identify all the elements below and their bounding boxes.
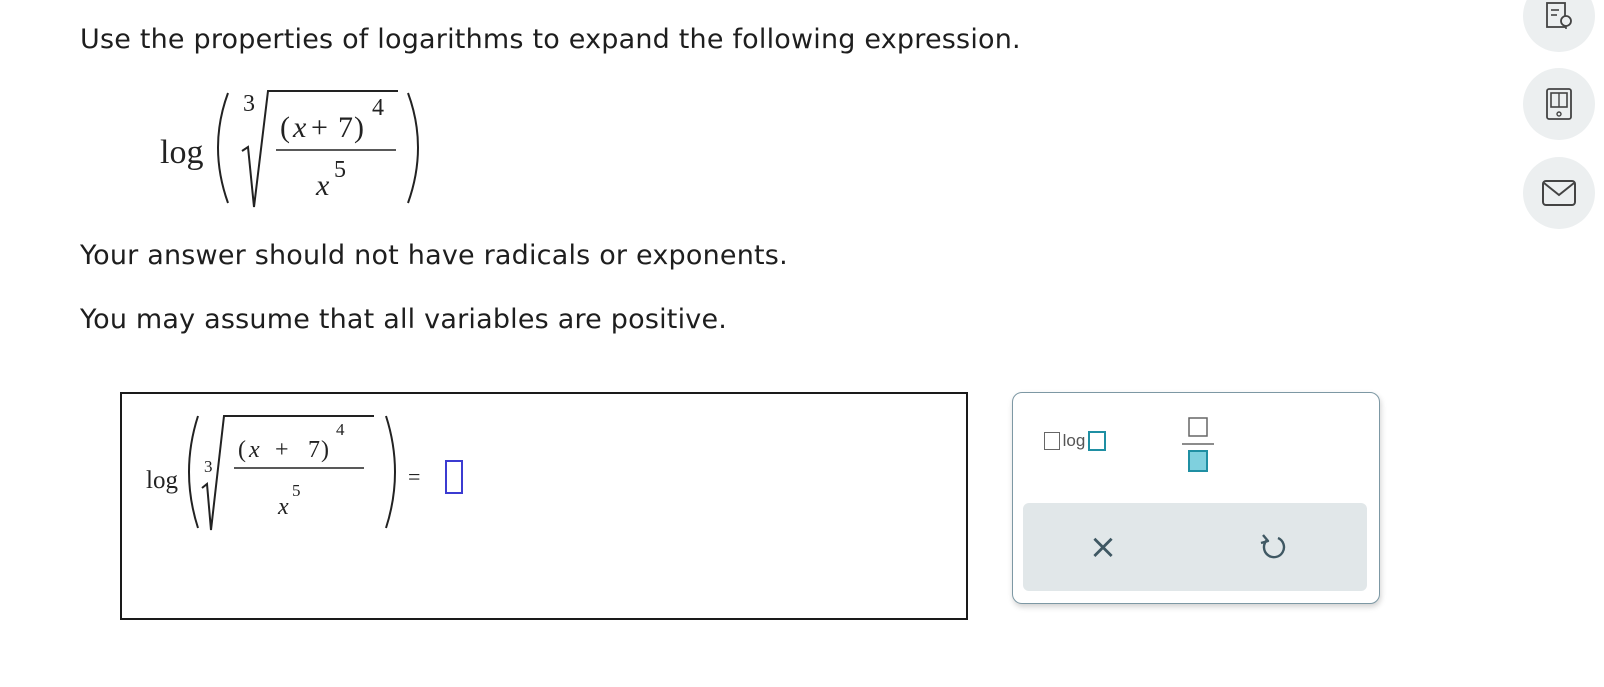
num-var: x bbox=[292, 111, 307, 144]
root-index: 3 bbox=[243, 91, 255, 117]
answer-den-exp: 5 bbox=[292, 481, 301, 500]
answer-den-var: x bbox=[277, 494, 289, 520]
fraction-button[interactable] bbox=[1173, 415, 1223, 475]
keypad-action-row: × bbox=[1023, 503, 1367, 591]
answer-equals: = bbox=[408, 464, 420, 489]
radicals-note: Your answer should not have radicals or … bbox=[80, 240, 788, 271]
undo-icon bbox=[1260, 534, 1286, 559]
answer-num-exp: 4 bbox=[336, 420, 345, 439]
log-argument-placeholder-icon bbox=[1088, 431, 1107, 451]
log-text: log bbox=[160, 134, 203, 171]
answer-root-index: 3 bbox=[204, 457, 213, 476]
num-open-paren: ( bbox=[280, 111, 290, 144]
clear-button[interactable]: × bbox=[1073, 517, 1133, 577]
answer-left-paren bbox=[188, 415, 199, 529]
log-base-placeholder-icon bbox=[1043, 432, 1060, 450]
instruction-text: Use the properties of logarithms to expa… bbox=[80, 24, 1021, 55]
message-icon bbox=[1542, 180, 1576, 206]
textbook-icon bbox=[1546, 88, 1572, 120]
positive-note: You may assume that all variables are po… bbox=[80, 304, 728, 335]
answer-input[interactable] bbox=[445, 460, 463, 494]
num-exp: 4 bbox=[372, 95, 384, 121]
message-button[interactable] bbox=[1523, 157, 1595, 229]
answer-num-const: 7 bbox=[308, 437, 320, 463]
hint-icon bbox=[1546, 2, 1572, 29]
log-base-label: log bbox=[1062, 431, 1086, 450]
num-const: 7 bbox=[338, 111, 353, 144]
answer-num-plus: + bbox=[275, 437, 289, 463]
den-exp: 5 bbox=[334, 157, 346, 183]
left-paren bbox=[217, 92, 229, 204]
answer-right-paren bbox=[385, 415, 396, 529]
hint-button[interactable] bbox=[1523, 0, 1595, 52]
den-var: x bbox=[315, 169, 330, 202]
num-plus: + bbox=[311, 111, 328, 144]
problem-expression: log 3 ( x + 7 ) 4 5 x bbox=[160, 90, 419, 208]
answer-num-close-paren: ) bbox=[321, 437, 329, 463]
fraction-icon bbox=[1182, 417, 1214, 472]
answer-log-text: log bbox=[146, 467, 178, 494]
math-keypad: log × bbox=[1012, 392, 1380, 604]
log-base-button[interactable]: log bbox=[1035, 427, 1115, 455]
right-paren bbox=[407, 92, 419, 204]
undo-button[interactable] bbox=[1243, 517, 1303, 577]
answer-num-var: x bbox=[248, 437, 260, 463]
answer-expression-svg: log 3 ( x + 7 ) 4 5 x = bbox=[146, 415, 420, 531]
answer-num-open-paren: ( bbox=[238, 437, 246, 463]
num-close-paren: ) bbox=[354, 111, 364, 144]
textbook-button[interactable] bbox=[1523, 68, 1595, 140]
